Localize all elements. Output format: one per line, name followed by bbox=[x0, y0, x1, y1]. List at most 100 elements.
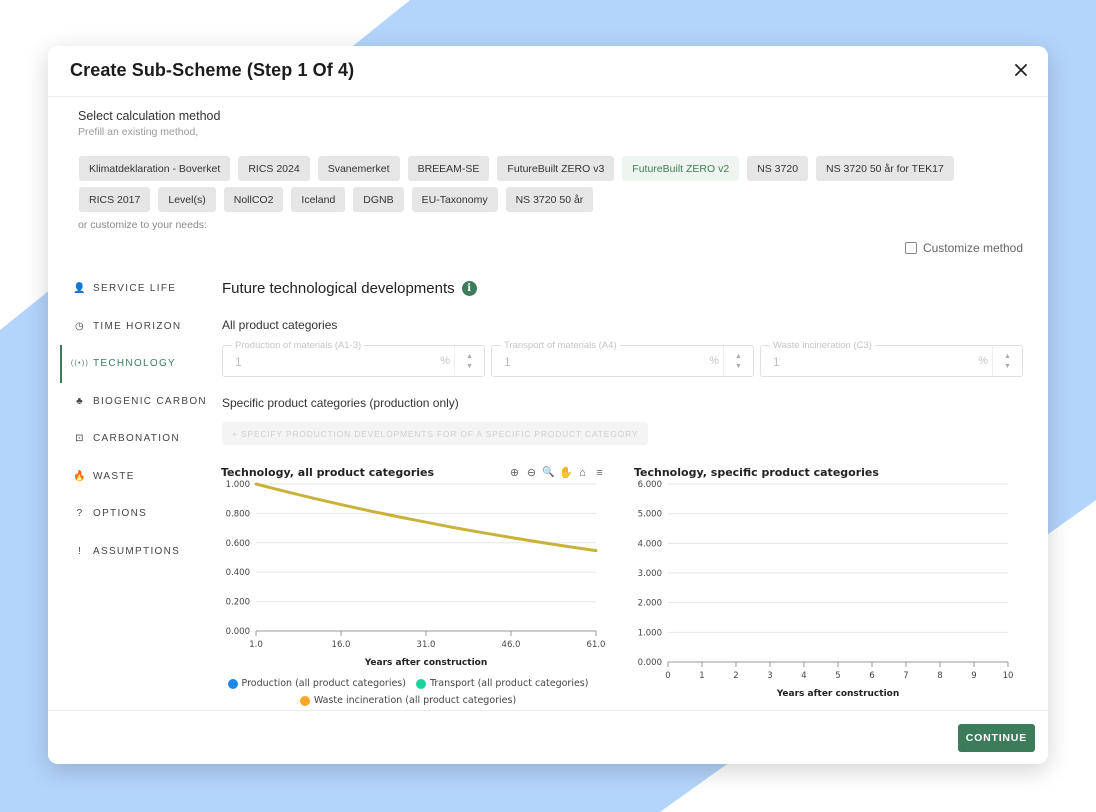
create-sub-scheme-modal: Create Sub-Scheme (Step 1 Of 4) Select c… bbox=[48, 46, 1048, 764]
info-icon[interactable]: i bbox=[461, 281, 477, 296]
x-tick-label: 61.0 bbox=[587, 640, 606, 650]
sidebar-item-time-horizon[interactable]: ◷ TIME HORIZON bbox=[60, 308, 210, 346]
method-chip[interactable]: NS 3720 50 år for TEK17 bbox=[816, 156, 954, 181]
method-chip[interactable]: EU-Taxonomy bbox=[411, 187, 498, 212]
continue-button[interactable]: CONTINUE bbox=[957, 724, 1035, 752]
chevron-down-icon[interactable]: ▼ bbox=[735, 363, 742, 370]
method-chip[interactable]: NollCO2 bbox=[223, 187, 284, 212]
technology-panel: Future technological developments i All … bbox=[222, 280, 1025, 445]
tree-icon: ♣ bbox=[76, 395, 84, 407]
sidebar-item-technology[interactable]: ((•)) TECHNOLOGY bbox=[60, 345, 210, 383]
stepper[interactable]: ▲ ▼ bbox=[723, 346, 753, 376]
method-chip[interactable]: Svanemerket bbox=[317, 156, 400, 181]
sidebar-item-label: TIME HORIZON bbox=[93, 320, 182, 332]
sidebar-item-options[interactable]: ? OPTIONS bbox=[60, 495, 210, 533]
x-tick-label: 6 bbox=[869, 671, 874, 681]
x-tick-label: 16.0 bbox=[332, 640, 351, 650]
sidebar-item-waste[interactable]: 🔥 WASTE bbox=[60, 458, 210, 496]
x-tick-label: 46.0 bbox=[502, 640, 521, 650]
y-tick-label: 3.000 bbox=[638, 569, 662, 579]
method-chip-row: RICS 2017 Level(s) NollCO2 Iceland DGNB EU-Ta… bbox=[79, 187, 594, 212]
y-tick-label: 0.400 bbox=[226, 568, 250, 578]
x-axis-label: Years after construction bbox=[776, 689, 900, 699]
modal-title: Create Sub-Scheme (Step 1 Of 4) bbox=[70, 60, 355, 80]
customize-method-toggle[interactable]: Customize method bbox=[904, 241, 1023, 255]
sidebar-item-service-life[interactable]: 👤 SERVICE LIFE bbox=[60, 270, 210, 308]
method-chip[interactable]: RICS 2024 bbox=[238, 156, 310, 181]
method-chip[interactable]: NS 3720 bbox=[747, 156, 809, 181]
panel-title: Future technological developments i bbox=[222, 280, 1025, 297]
y-tick-label: 1.000 bbox=[638, 628, 662, 638]
sidebar-item-label: SERVICE LIFE bbox=[93, 283, 177, 295]
legend-marker bbox=[415, 678, 426, 689]
method-chip[interactable]: NS 3720 50 år bbox=[505, 187, 594, 212]
person-icon: 👤 bbox=[73, 283, 87, 295]
method-chip-row: Klimatdeklaration - Boverket RICS 2024 Sva… bbox=[79, 156, 954, 181]
sidebar-item-biogenic-carbon[interactable]: ♣ BIOGENIC CARBON bbox=[60, 383, 210, 421]
close-icon[interactable] bbox=[1012, 61, 1030, 79]
legend-marker bbox=[299, 695, 310, 706]
x-tick-label: 0 bbox=[665, 671, 670, 681]
specific-categories-label: Specific product categories (production … bbox=[222, 396, 459, 410]
stepper[interactable]: ▲ ▼ bbox=[454, 346, 484, 376]
legend-item[interactable]: Waste incineration (all product categori… bbox=[299, 695, 517, 706]
y-tick-label: 6.000 bbox=[638, 480, 662, 490]
chevron-down-icon[interactable]: ▼ bbox=[1004, 363, 1011, 370]
method-chip[interactable]: Level(s) bbox=[158, 187, 216, 212]
percentage-input[interactable]: Transport of materials (A4) 1% ▲ ▼ bbox=[491, 340, 754, 377]
legend-row: Production (all product categories) Trans… bbox=[178, 678, 638, 689]
chevron-up-icon[interactable]: ▲ bbox=[466, 353, 473, 360]
flame-icon: 🔥 bbox=[73, 470, 87, 482]
method-chip[interactable]: FutureBuilt ZERO v2 bbox=[622, 156, 740, 181]
field-unit: % bbox=[978, 355, 988, 367]
x-axis-label: Years after construction bbox=[364, 658, 488, 668]
chart-all-categories: 0.000 0.200 0.400 0.600 0.800 1.000 1.0 16.0 31.… bbox=[226, 480, 606, 668]
exclamation-icon: ! bbox=[77, 545, 83, 557]
y-tick-label: 5.000 bbox=[638, 510, 662, 520]
method-chip[interactable]: FutureBuilt ZERO v3 bbox=[497, 156, 615, 181]
method-chip[interactable]: Iceland bbox=[291, 187, 346, 212]
field-unit: % bbox=[440, 355, 450, 367]
legend-label: Production (all product categories) bbox=[241, 678, 406, 689]
x-tick-label: 5 bbox=[835, 671, 840, 681]
all-categories-label: All product categories bbox=[222, 318, 338, 332]
sidebar-item-carbonation[interactable]: ⊡ CARBONATION bbox=[60, 420, 210, 458]
legend-item[interactable]: Production (all product categories) bbox=[227, 678, 406, 689]
chart-specific-categories: 0.000 1.000 2.000 3.000 4.000 5.000 6.000 0 1 2 3 4… bbox=[638, 480, 1014, 699]
field-label: Transport of materials (A4) bbox=[501, 340, 620, 351]
y-tick-label: 4.000 bbox=[638, 539, 662, 549]
legend-item[interactable]: Transport (all product categories) bbox=[415, 678, 588, 689]
stepper[interactable]: ▲ ▼ bbox=[992, 346, 1022, 376]
legend-row: Waste incineration (all product categori… bbox=[178, 695, 638, 706]
chevron-up-icon[interactable]: ▲ bbox=[1004, 353, 1011, 360]
percentage-input[interactable]: Production of materials (A1-3) 1% ▲ ▼ bbox=[222, 340, 485, 377]
method-chip[interactable]: BREEAM-SE bbox=[407, 156, 490, 181]
method-chip[interactable]: Klimatdeklaration - Boverket bbox=[79, 156, 231, 181]
field-value[interactable]: 1 bbox=[235, 355, 242, 369]
signal-icon: ((•)) bbox=[70, 360, 90, 368]
legend-label: Waste incineration (all product categori… bbox=[313, 695, 517, 706]
chevron-down-icon[interactable]: ▼ bbox=[466, 363, 473, 370]
modal-footer: CONTINUE bbox=[48, 710, 1048, 764]
add-specific-category-button[interactable]: + SPECIFY PRODUCTION DEVELOPMENTS FOR OF… bbox=[222, 422, 649, 445]
field-unit: % bbox=[709, 355, 719, 367]
sidebar-item-label: BIOGENIC CARBON bbox=[93, 395, 207, 407]
x-tick-label: 2 bbox=[733, 671, 738, 681]
sidebar-item-assumptions[interactable]: ! ASSUMPTIONS bbox=[60, 533, 210, 571]
field-value[interactable]: 1 bbox=[773, 355, 780, 369]
y-tick-label: 0.000 bbox=[226, 627, 250, 637]
customize-checkbox[interactable] bbox=[904, 242, 917, 254]
sidebar-item-label: OPTIONS bbox=[93, 508, 148, 520]
y-tick-label: 0.600 bbox=[226, 539, 250, 549]
customize-hint: or customize to your needs: bbox=[78, 219, 207, 231]
modal-header: Create Sub-Scheme (Step 1 Of 4) bbox=[48, 46, 1048, 97]
method-chip[interactable]: RICS 2017 bbox=[79, 187, 151, 212]
help-icon: ? bbox=[76, 508, 84, 520]
y-tick-label: 0.800 bbox=[226, 509, 250, 519]
field-value[interactable]: 1 bbox=[504, 355, 511, 369]
chevron-up-icon[interactable]: ▲ bbox=[735, 353, 742, 360]
percentage-input[interactable]: Waste incineration (C3) 1% ▲ ▼ bbox=[760, 340, 1023, 377]
method-label: Select calculation method bbox=[78, 109, 221, 123]
method-chip[interactable]: DGNB bbox=[353, 187, 404, 212]
y-tick-label: 2.000 bbox=[638, 599, 662, 609]
